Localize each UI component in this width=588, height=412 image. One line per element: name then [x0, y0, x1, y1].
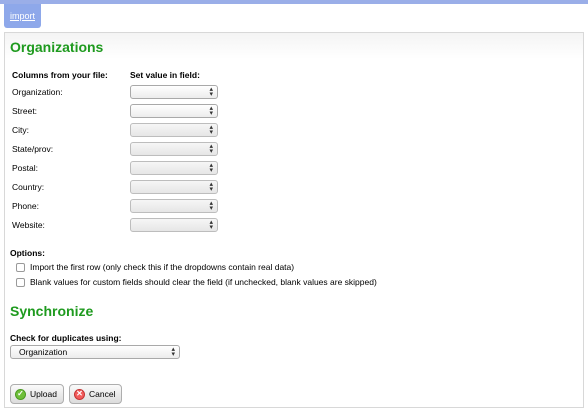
- check-icon: ✓: [15, 388, 26, 400]
- updown-arrows-icon: ▴ ▾: [209, 162, 213, 174]
- updown-arrows-icon: ▴ ▾: [209, 124, 213, 136]
- blank-clear-label[interactable]: Blank values for custom fields should cl…: [30, 277, 377, 287]
- field-select-street[interactable]: ▴ ▾: [130, 104, 218, 118]
- duplicates-label: Check for duplicates using:: [10, 333, 122, 343]
- updown-arrows-icon: ▴ ▾: [209, 219, 213, 231]
- field-select-country[interactable]: ▴ ▾: [130, 180, 218, 194]
- import-first-row-checkbox[interactable]: [16, 263, 25, 272]
- blank-clear-checkbox[interactable]: [16, 278, 25, 287]
- field-select-website[interactable]: ▴ ▾: [130, 218, 218, 232]
- updown-arrows-icon: ▴ ▾: [209, 181, 213, 193]
- import-first-row-label[interactable]: Import the first row (only check this if…: [30, 262, 294, 272]
- tab-import-label[interactable]: import: [10, 11, 35, 21]
- field-label-phone: Phone:: [12, 201, 39, 211]
- duplicates-select[interactable]: Organization ▴ ▾: [10, 345, 180, 359]
- set-value-header: Set value in field:: [130, 70, 200, 80]
- top-accent-bar: [0, 0, 588, 4]
- cancel-button-label: Cancel: [89, 389, 116, 399]
- synchronize-heading: Synchronize: [10, 303, 94, 319]
- field-label-city: City:: [12, 125, 29, 135]
- field-label-country: Country:: [12, 182, 45, 192]
- options-title: Options:: [10, 248, 45, 258]
- columns-from-file-header: Columns from your file:: [12, 70, 108, 80]
- field-label-state: State/prov:: [12, 144, 54, 154]
- field-select-city[interactable]: ▴ ▾: [130, 123, 218, 137]
- field-select-state[interactable]: ▴ ▾: [130, 142, 218, 156]
- updown-arrows-icon: ▴ ▾: [171, 346, 175, 358]
- field-label-postal: Postal:: [12, 163, 38, 173]
- organizations-heading: Organizations: [10, 39, 104, 55]
- upload-button[interactable]: ✓ Upload: [10, 384, 64, 404]
- updown-arrows-icon: ▴ ▾: [209, 143, 213, 155]
- field-label-organization: Organization:: [12, 87, 63, 97]
- tab-import[interactable]: import: [4, 4, 41, 28]
- field-select-organization[interactable]: ▴ ▾: [130, 85, 218, 99]
- upload-button-label: Upload: [30, 389, 57, 399]
- field-select-phone[interactable]: ▴ ▾: [130, 199, 218, 213]
- updown-arrows-icon: ▴ ▾: [209, 86, 213, 98]
- field-select-postal[interactable]: ▴ ▾: [130, 161, 218, 175]
- duplicates-selected-value: Organization: [19, 347, 68, 357]
- field-label-street: Street:: [12, 106, 38, 116]
- updown-arrows-icon: ▴ ▾: [209, 200, 213, 212]
- updown-arrows-icon: ▴ ▾: [209, 105, 213, 117]
- close-icon: ✕: [74, 388, 85, 400]
- cancel-button[interactable]: ✕ Cancel: [69, 384, 123, 404]
- field-label-website: Website:: [12, 220, 45, 230]
